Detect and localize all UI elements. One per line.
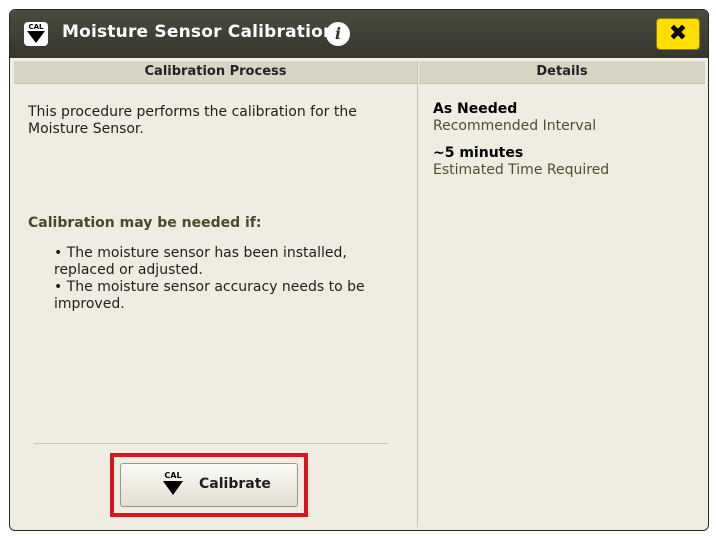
- conditions-list: The moisture sensor has been installed, …: [54, 245, 394, 313]
- calibration-process-header: Calibration Process: [14, 61, 417, 84]
- detail-item-time: ~5 minutes Estimated Time Required: [433, 145, 693, 179]
- divider: [34, 443, 388, 444]
- calibrate-button[interactable]: CAL Calibrate: [120, 463, 298, 507]
- calibration-icon: CAL: [24, 22, 48, 46]
- detail-value: ~5 minutes: [433, 145, 524, 161]
- calibrate-button-label: Calibrate: [199, 476, 271, 492]
- conditions-heading: Calibration may be needed if:: [28, 215, 262, 231]
- calibrate-cal-icon: CAL: [161, 471, 185, 499]
- condition-item: The moisture sensor has been installed, …: [54, 245, 394, 279]
- down-arrow-icon: [163, 481, 183, 495]
- detail-item-interval: As Needed Recommended Interval: [433, 101, 693, 135]
- detail-value: As Needed: [433, 101, 518, 117]
- details-header: Details: [419, 61, 705, 84]
- close-button[interactable]: ✖: [656, 18, 700, 50]
- dialog-title: Moisture Sensor Calibration: [62, 22, 336, 42]
- title-bar: CAL Moisture Sensor Calibration i ✖: [10, 10, 708, 58]
- down-arrow-icon: [27, 31, 45, 43]
- intro-text: This procedure performs the calibration …: [28, 104, 357, 137]
- calibration-process-panel: Calibration Process This procedure perfo…: [14, 61, 418, 527]
- calibration-dialog: CAL Moisture Sensor Calibration i ✖ Cali…: [9, 9, 709, 531]
- info-icon[interactable]: i: [326, 22, 350, 46]
- calibrate-button-highlight: CAL Calibrate: [110, 453, 308, 517]
- detail-label: Recommended Interval: [433, 118, 597, 134]
- calibration-icon-text: CAL: [28, 23, 44, 31]
- calibrate-icon-text: CAL: [164, 471, 182, 480]
- details-panel: Details As Needed Recommended Interval ~…: [419, 61, 705, 527]
- condition-item: The moisture sensor accuracy needs to be…: [54, 279, 394, 313]
- details-list: As Needed Recommended Interval ~5 minute…: [433, 101, 693, 189]
- detail-label: Estimated Time Required: [433, 162, 610, 178]
- close-icon: ✖: [668, 21, 688, 46]
